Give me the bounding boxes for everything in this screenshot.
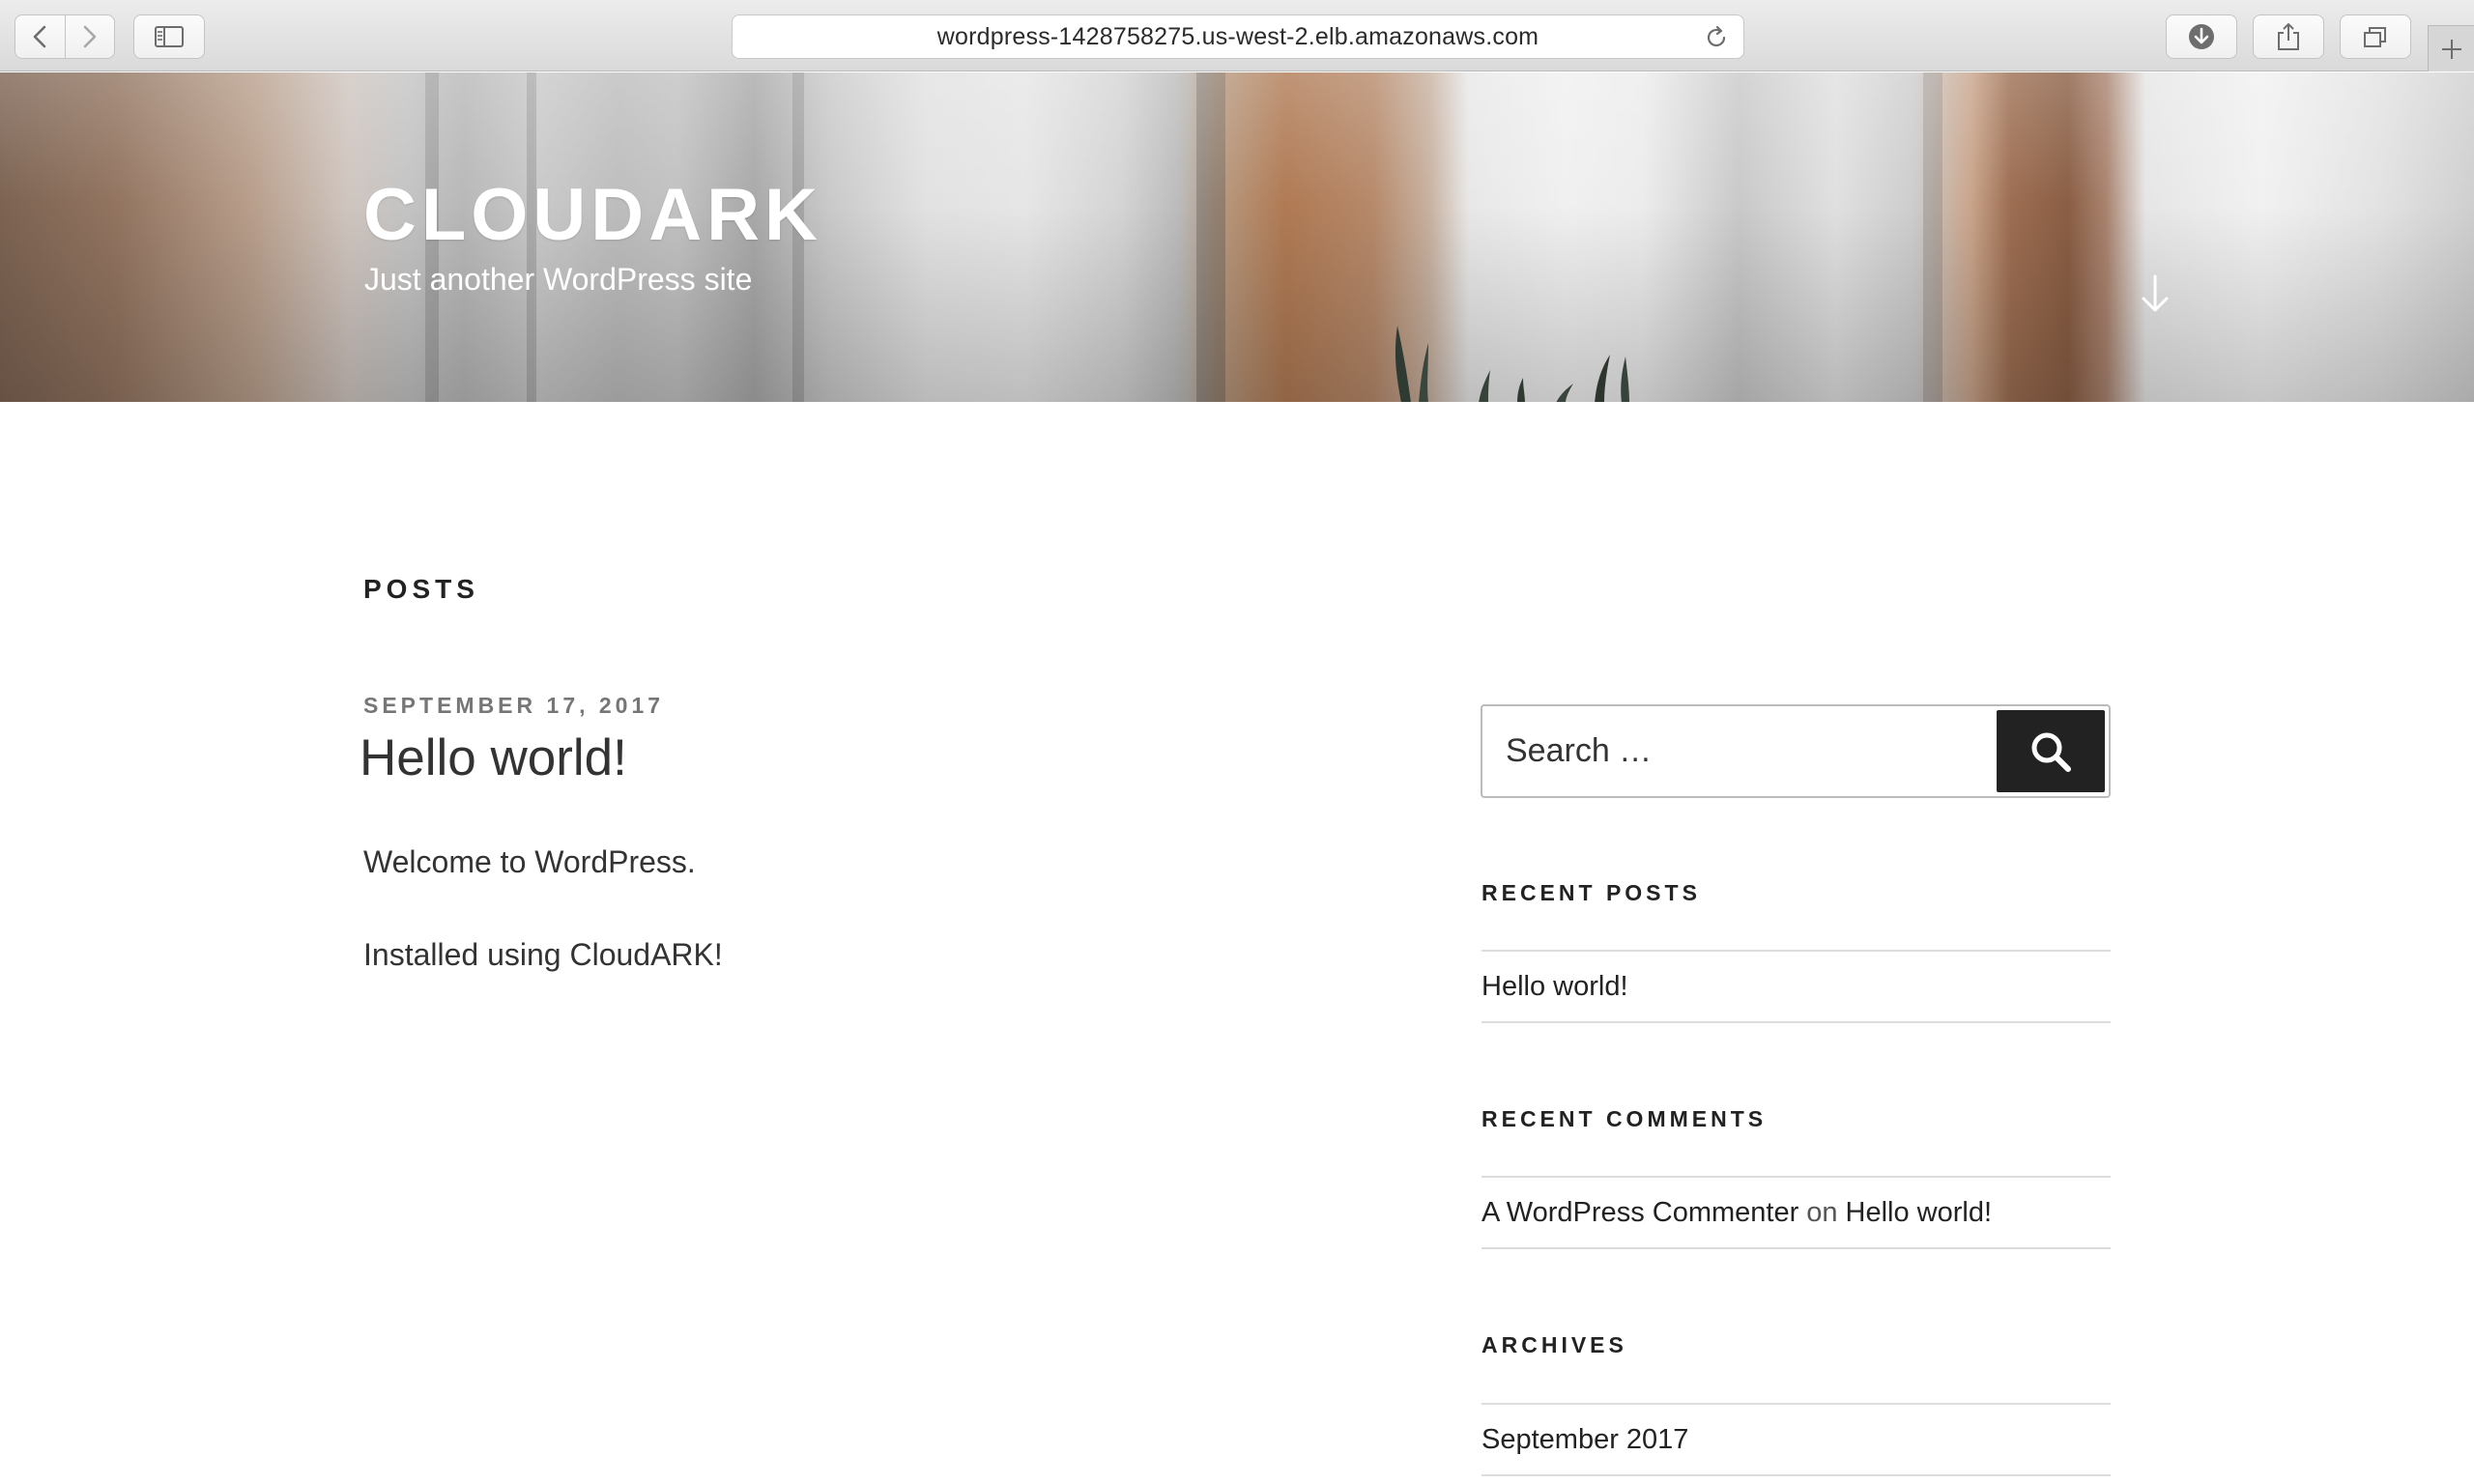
site-title[interactable]: CLOUDARK — [363, 179, 822, 252]
share-icon — [2278, 23, 2299, 50]
chevron-left-icon — [33, 25, 46, 48]
post-paragraph: Welcome to WordPress. — [363, 844, 696, 879]
site-header: CLOUDARK Just another WordPress site — [0, 72, 2474, 402]
search-icon — [2031, 732, 2071, 772]
list-item: A WordPress Commenter on Hello world! — [1482, 1178, 2111, 1247]
list-item: September 2017 — [1482, 1405, 2111, 1474]
search-input[interactable] — [1482, 706, 1997, 796]
post-paragraph: Installed using CloudARK! — [363, 937, 723, 972]
scroll-down-button[interactable] — [2136, 271, 2174, 317]
site-description: Just another WordPress site — [364, 262, 753, 297]
new-tab-button[interactable] — [2428, 25, 2474, 71]
posts-heading: POSTS — [363, 574, 479, 604]
address-bar[interactable]: wordpress-1428758275.us-west-2.elb.amazo… — [732, 14, 1744, 59]
forward-button[interactable] — [64, 15, 115, 58]
navigation-buttons — [14, 14, 115, 59]
recent-posts-title: RECENT POSTS — [1482, 880, 1701, 905]
comment-post-link[interactable]: Hello world! — [1846, 1197, 1993, 1229]
address-url: wordpress-1428758275.us-west-2.elb.amazo… — [936, 22, 1539, 50]
arrow-down-icon — [2142, 274, 2169, 312]
reload-button[interactable] — [1703, 24, 1730, 56]
recent-comments-list: A WordPress Commenter on Hello world! — [1482, 1176, 2111, 1249]
archive-link[interactable]: September 2017 — [1482, 1424, 1688, 1456]
back-button[interactable] — [15, 15, 65, 58]
download-icon — [2189, 24, 2214, 49]
comment-on-text: on — [1806, 1196, 1838, 1228]
search-button[interactable] — [1997, 710, 2105, 792]
tabs-button[interactable] — [2340, 14, 2411, 59]
sidebar-button[interactable] — [133, 14, 205, 59]
list-item: Hello world! — [1482, 952, 2111, 1021]
reload-icon — [1707, 25, 1726, 47]
archives-list: September 2017 — [1482, 1403, 2111, 1476]
chevron-right-icon — [83, 25, 97, 48]
post-date[interactable]: SEPTEMBER 17, 2017 — [363, 695, 664, 717]
recent-comments-title: RECENT COMMENTS — [1482, 1106, 1768, 1131]
recent-posts-list: Hello world! — [1482, 950, 2111, 1023]
browser-toolbar: wordpress-1428758275.us-west-2.elb.amazo… — [0, 0, 2474, 71]
sidebar-icon — [155, 26, 184, 47]
downloads-button[interactable] — [2166, 14, 2237, 59]
comment-author-link[interactable]: A WordPress Commenter — [1482, 1197, 1798, 1229]
plus-icon — [2441, 39, 2461, 59]
share-button[interactable] — [2253, 14, 2324, 59]
plant-image — [1395, 326, 1629, 402]
archives-title: ARCHIVES — [1482, 1332, 1627, 1357]
post-title[interactable]: Hello world! — [360, 732, 627, 784]
search-form — [1481, 704, 2111, 798]
recent-post-link[interactable]: Hello world! — [1482, 971, 1628, 1003]
tabs-icon — [2364, 27, 2386, 47]
